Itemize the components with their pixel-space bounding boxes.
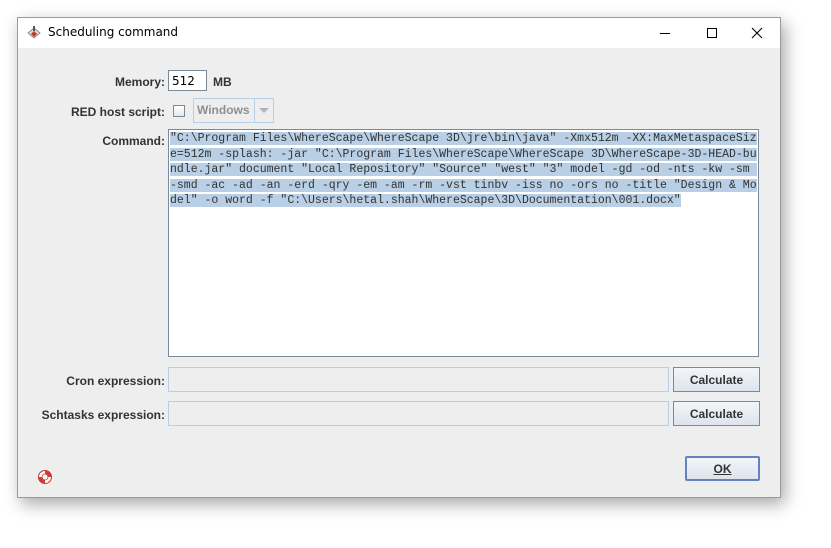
chevron-down-icon (259, 107, 269, 113)
schtasks-expression-label: Schtasks expression: (41, 408, 165, 422)
schtasks-calculate-button[interactable]: Calculate (673, 401, 760, 426)
red-host-script-checkbox[interactable] (173, 105, 185, 117)
host-os-select[interactable]: Windows (193, 98, 274, 123)
memory-label: Memory: (114, 75, 165, 89)
memory-unit: MB (213, 75, 232, 89)
cron-expression-field[interactable] (168, 367, 669, 392)
schtasks-expression-field[interactable] (168, 401, 669, 426)
cron-expression-label: Cron expression: (66, 374, 165, 388)
ok-button-label: OK (713, 461, 732, 476)
close-button[interactable] (734, 18, 780, 48)
memory-input[interactable] (168, 70, 207, 91)
minimize-button[interactable] (642, 18, 688, 48)
maximize-icon (707, 28, 717, 38)
host-os-dropdown-button[interactable] (254, 99, 273, 122)
red-host-script-label: RED host script: (70, 105, 165, 119)
command-textarea[interactable]: "C:\Program Files\WhereScape\WhereScape … (168, 129, 759, 357)
cron-calculate-button[interactable]: Calculate (673, 367, 760, 392)
close-icon (751, 27, 763, 39)
scheduling-command-dialog: Scheduling command Memory: MB RED host s… (17, 17, 781, 498)
title-bar[interactable]: Scheduling command (18, 18, 780, 48)
window-title: Scheduling command (48, 25, 179, 39)
app-icon (27, 26, 41, 39)
lifebuoy-help-icon[interactable] (37, 469, 53, 485)
command-text: "C:\Program Files\WhereScape\WhereScape … (170, 132, 757, 208)
maximize-button[interactable] (689, 18, 735, 48)
command-label: Command: (102, 134, 165, 148)
minimize-icon (660, 33, 670, 34)
host-os-select-value: Windows (197, 103, 250, 117)
ok-button[interactable]: OK (685, 456, 760, 481)
